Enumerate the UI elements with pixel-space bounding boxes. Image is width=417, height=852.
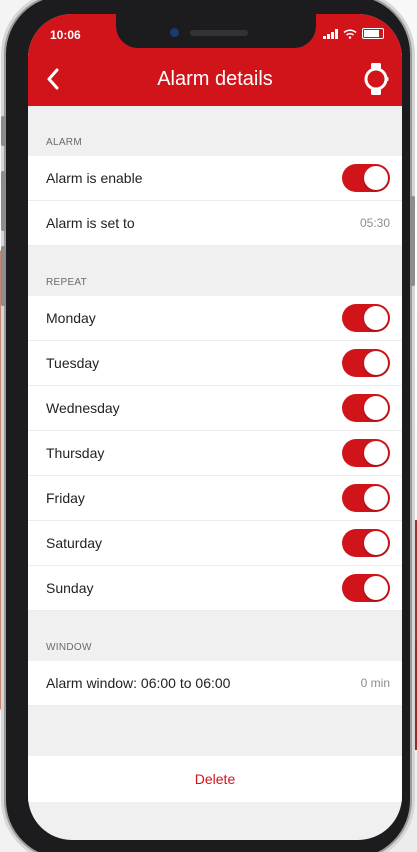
alarm-set-to-row[interactable]: Alarm is set to 05:30 — [28, 201, 402, 246]
notch — [116, 14, 316, 48]
thursday-toggle[interactable] — [342, 439, 390, 467]
section-label-window: WINDOW — [46, 642, 92, 653]
status-icons — [323, 28, 384, 39]
phone-screen: 10:06 Alarm details ALARM Alarm is enabl… — [28, 14, 402, 840]
page-title: Alarm details — [157, 68, 273, 90]
repeat-day-label: Wednesday — [46, 400, 120, 416]
repeat-day-row: Monday — [28, 296, 402, 341]
settings-content: ALARM Alarm is enable Alarm is set to 05… — [28, 106, 402, 802]
monday-toggle[interactable] — [342, 304, 390, 332]
friday-toggle[interactable] — [342, 484, 390, 512]
repeat-day-row: Sunday — [28, 566, 402, 611]
toggle-knob — [364, 441, 388, 465]
signal-icon — [323, 28, 338, 39]
sunday-toggle[interactable] — [342, 574, 390, 602]
watch-icon — [364, 63, 389, 95]
battery-icon — [362, 28, 384, 39]
section-label-alarm: ALARM — [46, 137, 82, 148]
speaker — [190, 30, 248, 36]
alarm-set-to-value: 05:30 — [359, 216, 390, 230]
alarm-enable-row: Alarm is enable — [28, 156, 402, 201]
repeat-day-label: Friday — [46, 490, 85, 506]
repeat-day-label: Monday — [46, 310, 96, 326]
toggle-knob — [364, 531, 388, 555]
saturday-toggle[interactable] — [342, 529, 390, 557]
toggle-knob — [364, 396, 388, 420]
wifi-icon — [343, 28, 357, 39]
toggle-knob — [364, 306, 388, 330]
wednesday-toggle[interactable] — [342, 394, 390, 422]
alarm-enable-toggle[interactable] — [342, 164, 390, 192]
repeat-day-label: Tuesday — [46, 355, 100, 371]
watch-button[interactable] — [358, 60, 394, 98]
status-time: 10:06 — [50, 28, 81, 42]
repeat-day-row: Tuesday — [28, 341, 402, 386]
repeat-day-row: Friday — [28, 476, 402, 521]
section-label-repeat: REPEAT — [46, 277, 88, 288]
mute-switch — [1, 116, 6, 146]
tuesday-toggle[interactable] — [342, 349, 390, 377]
repeat-day-row: Saturday — [28, 521, 402, 566]
repeat-day-label: Thursday — [46, 445, 105, 461]
alarm-window-value: 0 min — [360, 676, 390, 690]
power-button — [410, 196, 415, 286]
alarm-enable-label: Alarm is enable — [46, 170, 143, 186]
toggle-knob — [364, 576, 388, 600]
camera — [170, 28, 179, 37]
toggle-knob — [364, 486, 388, 510]
alarm-window-label: Alarm window: 06:00 to 06:00 — [46, 675, 231, 691]
phone-frame: 10:06 Alarm details ALARM Alarm is enabl… — [1, 0, 415, 852]
toggle-knob — [364, 166, 388, 190]
volume-down-button — [1, 246, 6, 306]
alarm-set-to-label: Alarm is set to — [46, 215, 135, 231]
repeat-day-row: Thursday — [28, 431, 402, 476]
volume-up-button — [1, 171, 6, 231]
repeat-day-label: Sunday — [46, 580, 94, 596]
photo-scene: 10:06 Alarm details ALARM Alarm is enabl… — [0, 0, 417, 852]
repeat-day-label: Saturday — [46, 535, 103, 551]
repeat-day-row: Wednesday — [28, 386, 402, 431]
delete-button[interactable]: Delete — [28, 756, 402, 802]
alarm-window-row[interactable]: Alarm window: 06:00 to 06:00 0 min — [28, 661, 402, 706]
toggle-knob — [364, 351, 388, 375]
